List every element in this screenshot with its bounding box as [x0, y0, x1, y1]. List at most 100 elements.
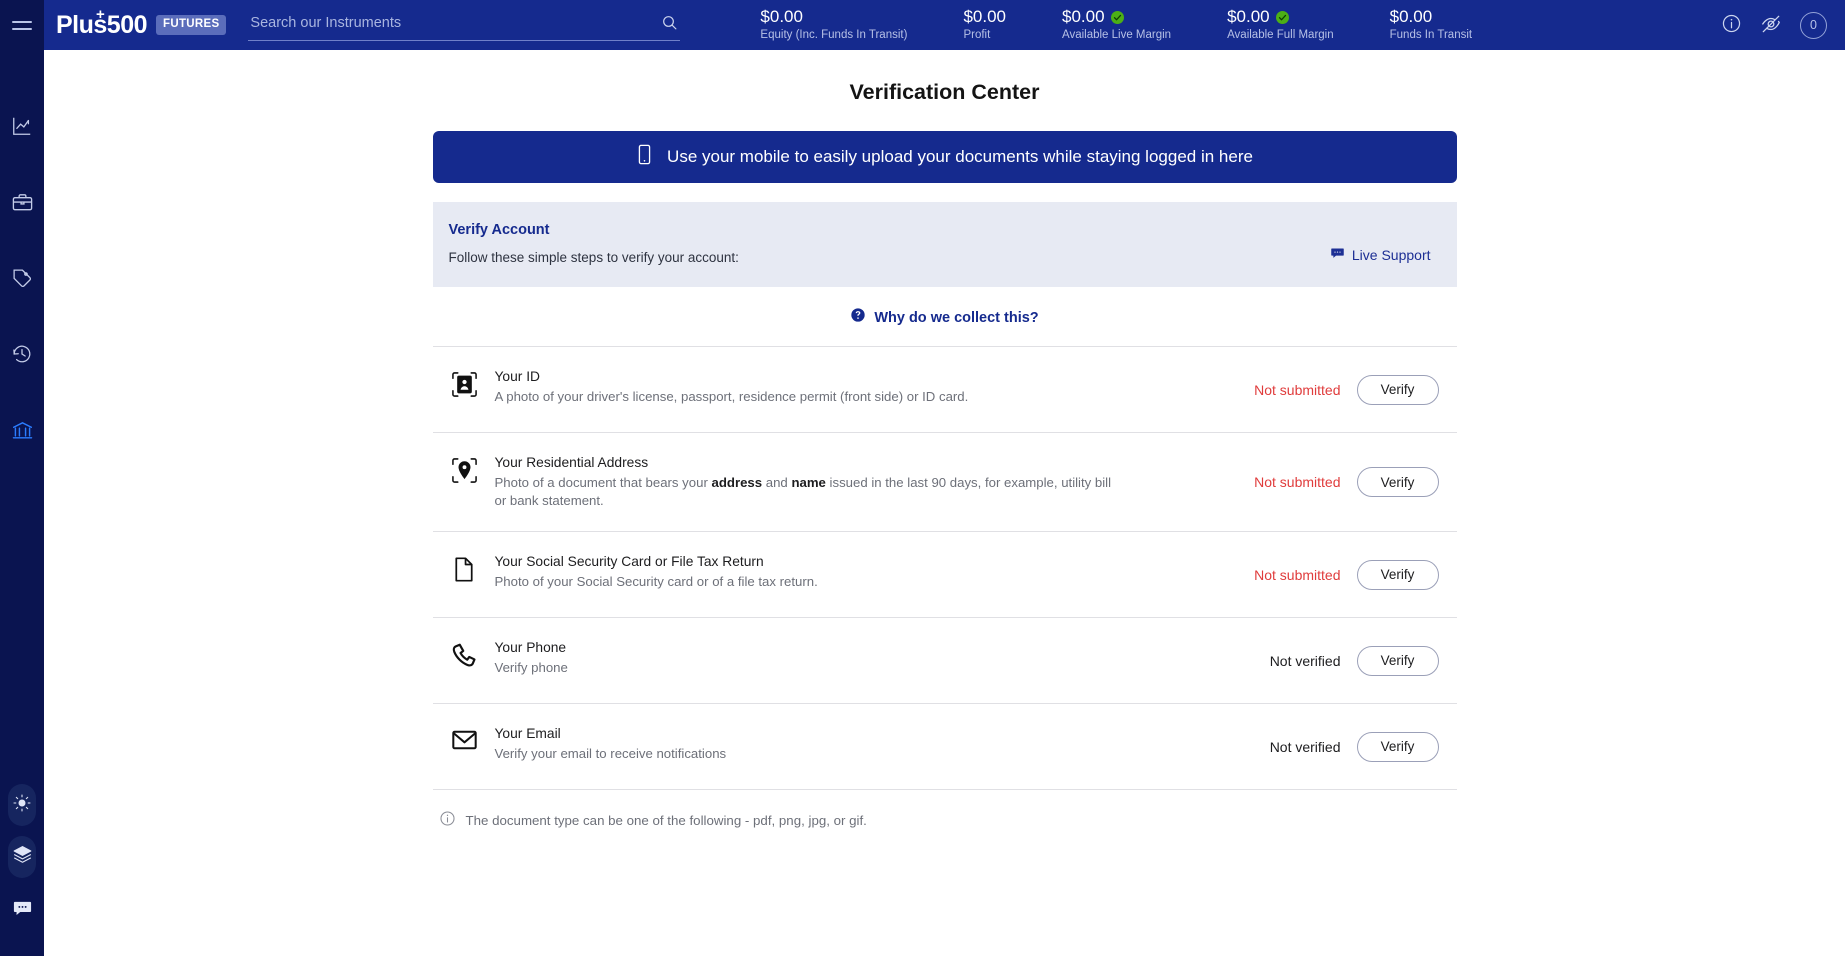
verify-button[interactable]: Verify [1356, 559, 1439, 590]
content-area: Verification Center Use your mobile to e… [44, 50, 1845, 956]
sidebar-item-funds[interactable] [0, 392, 44, 468]
stat-label: Available Live Margin [1061, 29, 1172, 42]
app-root: Plus500 + FUTURES $0. [0, 0, 1845, 956]
left-sidebar [0, 0, 44, 956]
stat-value: $0.00 [1227, 7, 1270, 27]
verify-account-panel: Verify Account Follow these simple steps… [432, 202, 1457, 287]
verify-panel-text: Verify Account Follow these simple steps… [449, 222, 739, 265]
mobile-banner-text: Use your mobile to easily upload your do… [667, 147, 1253, 166]
sidebar-item-history[interactable] [0, 316, 44, 392]
info-circle-icon [1721, 13, 1742, 37]
status-badge: Not verified [1269, 652, 1341, 669]
sidebar-item-portfolio[interactable] [0, 164, 44, 240]
stat-value: $0.00 [1061, 7, 1105, 27]
verify-button[interactable]: Verify [1356, 645, 1439, 676]
stat-equity[interactable]: $0.00 Equity (Inc. Funds In Transit) [732, 8, 935, 41]
id-card-icon [451, 369, 495, 398]
sidebar-item-markets[interactable] [0, 88, 44, 164]
tag-icon [11, 267, 33, 289]
document-actions: Not submitted Verify [1254, 559, 1456, 590]
stat-available-full-margin[interactable]: $0.00 Available Full Margin [1199, 8, 1362, 41]
document-title: Your Residential Address [494, 455, 649, 470]
live-support-link[interactable]: Live Support [1330, 246, 1431, 265]
why-collect-link[interactable]: Why do we collect this? [433, 287, 1457, 346]
stat-value-wrap: $0.00 [1227, 8, 1334, 27]
search-input[interactable] [248, 14, 662, 35]
notification-count: 0 [1810, 18, 1817, 32]
main-column: Plus500 + FUTURES $0. [44, 0, 1845, 956]
document-description: Photo of a document that bears your addr… [494, 475, 1112, 508]
question-circle-icon [850, 307, 866, 328]
document-title: Your Social Security Card or File Tax Re… [494, 554, 764, 570]
search-button[interactable] [661, 14, 680, 36]
document-title: Your ID [494, 369, 541, 384]
live-support-label: Live Support [1351, 247, 1431, 263]
notification-badge[interactable]: 0 [1800, 11, 1827, 39]
stat-value: $0.00 [760, 7, 803, 27]
document-title: Your Phone [494, 640, 567, 656]
mobile-upload-banner[interactable]: Use your mobile to easily upload your do… [432, 131, 1457, 183]
envelope-icon [451, 726, 495, 752]
sidebar-bottom-nav [0, 784, 44, 956]
stat-label: Funds In Transit [1389, 29, 1473, 42]
document-actions: Not submitted Verify [1254, 374, 1456, 405]
list-item: Your ID A photo of your driver's license… [432, 347, 1457, 433]
document-text: Your ID A photo of your driver's license… [495, 369, 1135, 406]
document-type-footnote: The document type can be one of the foll… [433, 790, 1457, 830]
stat-funds-in-transit[interactable]: $0.00 Funds In Transit [1362, 8, 1500, 41]
verify-panel-subtitle: Follow these simple steps to verify your… [448, 250, 739, 265]
stat-value-wrap: $0.00 [760, 8, 907, 27]
briefcase-icon [11, 191, 34, 214]
document-description: Photo of your Social Security card or of… [494, 574, 818, 590]
verify-button[interactable]: Verify [1356, 467, 1439, 498]
stat-value-wrap: $0.00 [1062, 8, 1171, 27]
top-header: Plus500 + FUTURES $0. [44, 0, 1845, 50]
footnote-text: The document type can be one of the foll… [465, 812, 867, 828]
stat-label: Profit [963, 29, 991, 42]
document-text: Your Residential Address Photo of a docu… [495, 455, 1135, 509]
chat-bubble-icon [12, 898, 33, 924]
status-badge: Not submitted [1254, 381, 1341, 398]
document-actions: Not verified Verify [1269, 645, 1457, 676]
brand-logo[interactable]: Plus500 + FUTURES [56, 7, 227, 38]
document-text: Your Phone Verify phone [495, 640, 1135, 677]
sidebar-item-orders[interactable] [0, 240, 44, 316]
search-icon [661, 14, 678, 34]
header-actions: 0 [1721, 11, 1827, 39]
document-actions: Not submitted Verify [1254, 467, 1456, 498]
document-description: Verify your email to receive notificatio… [494, 746, 727, 762]
document-actions: Not verified Verify [1270, 731, 1457, 762]
verified-check-icon [1275, 11, 1289, 25]
list-item: Your Phone Verify phone Not verified Ver… [432, 618, 1457, 705]
chat-button[interactable] [0, 888, 44, 934]
stat-value-wrap: $0.00 [1390, 8, 1472, 27]
location-pin-icon [451, 455, 495, 484]
document-text: Your Social Security Card or File Tax Re… [495, 554, 1135, 591]
stat-available-live-margin[interactable]: $0.00 Available Live Margin [1034, 8, 1199, 41]
hamburger-icon[interactable] [0, 0, 44, 50]
document-title: Your Email [494, 726, 561, 742]
hide-balances-button[interactable] [1760, 13, 1782, 38]
search-bar[interactable] [248, 9, 681, 41]
chart-line-icon [11, 115, 33, 137]
why-collect-label: Why do we collect this? [874, 309, 1039, 326]
verification-page: Verification Center Use your mobile to e… [432, 80, 1457, 830]
document-description: A photo of your driver's license, passpo… [494, 389, 969, 404]
verify-button[interactable]: Verify [1356, 374, 1439, 405]
stat-label: Available Full Margin [1227, 29, 1334, 42]
list-item: Your Residential Address Photo of a docu… [432, 433, 1457, 533]
layers-icon [12, 844, 33, 870]
document-icon [451, 554, 495, 583]
verify-button[interactable]: Verify [1356, 731, 1439, 762]
info-circle-icon [439, 810, 456, 830]
info-button[interactable] [1721, 13, 1742, 37]
theme-toggle-button[interactable] [8, 784, 36, 826]
status-badge: Not submitted [1254, 566, 1341, 583]
stat-value-wrap: $0.00 [963, 8, 1006, 27]
hamburger-bar [12, 20, 32, 23]
layers-button[interactable] [8, 836, 36, 878]
stat-profit[interactable]: $0.00 Profit [935, 8, 1034, 41]
stat-label: Equity (Inc. Funds In Transit) [760, 29, 908, 42]
futures-badge: FUTURES [156, 15, 227, 35]
document-text: Your Email Verify your email to receive … [495, 726, 1135, 763]
